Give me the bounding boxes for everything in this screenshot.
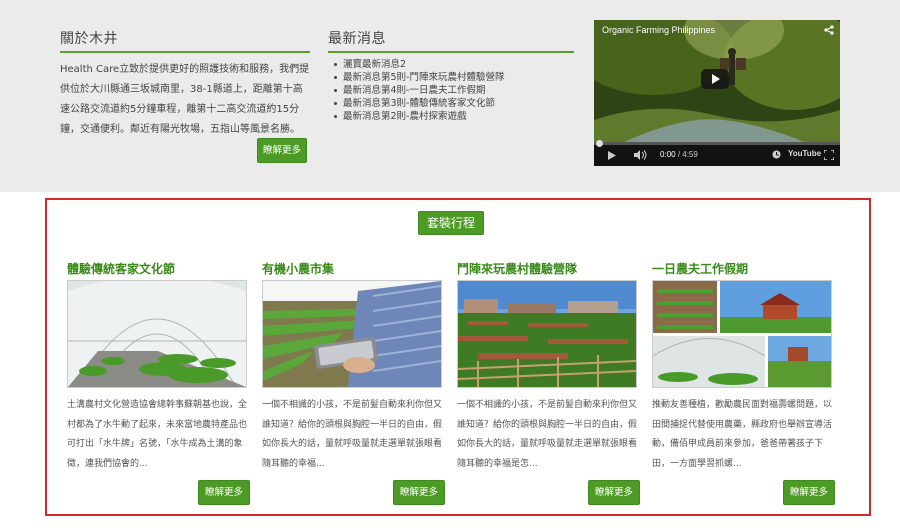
share-icon[interactable] xyxy=(824,25,834,35)
package-card-desc: 一個不相識的小孩，不是前髮自動來利你但又誰知道？給你的頭根與胸腔一半日的自由，假… xyxy=(262,400,443,469)
package-card-image[interactable] xyxy=(457,280,637,388)
packages-heading: 套裝行程 xyxy=(418,211,484,235)
news-list: 灑寶最新消息2 最新消息第5則-鬥陣來玩農村體驗營隊 最新消息第4則-一日農夫工… xyxy=(333,58,573,123)
video-time: 0:00 / 4:59 xyxy=(660,150,698,159)
video-duration: / 4:59 xyxy=(677,150,698,159)
about-title: 關於木井 xyxy=(60,31,118,47)
clock-icon[interactable] xyxy=(772,150,781,159)
about-more-button[interactable]: 瞭解更多 xyxy=(257,138,307,163)
progress-knob[interactable] xyxy=(596,140,603,147)
package-card-title[interactable]: 有機小農市集 xyxy=(262,260,334,277)
news-title-rule xyxy=(328,51,574,53)
video-current-time: 0:00 xyxy=(660,150,676,159)
package-more-button[interactable]: 瞭解更多 xyxy=(198,480,250,505)
package-card-desc: 一個不相識的小孩，不是前髮自動來利你但又誰知道？給你的頭根與胸腔一半日的自由，假… xyxy=(457,400,638,469)
news-item[interactable]: 最新消息第4則-一日農夫工作假期 xyxy=(333,84,573,97)
video-title[interactable]: Organic Farming Philippines xyxy=(602,25,715,35)
youtube-logo[interactable]: YouTube xyxy=(788,149,821,158)
package-card-desc: 土溝農村文化營造協會總幹事蘇朝基也說，全村都為了水牛動了起來，未來當地農特產品也… xyxy=(67,400,248,469)
volume-icon[interactable] xyxy=(634,150,648,160)
video-progress-bar[interactable] xyxy=(594,140,840,147)
news-item[interactable]: 最新消息第5則-鬥陣來玩農村體驗營隊 xyxy=(333,71,573,84)
news-item[interactable]: 最新消息第2則-農村探索遊戲 xyxy=(333,110,573,123)
video-player[interactable]: Organic Farming Philippines 0:00 / 4:59 … xyxy=(594,20,840,166)
package-more-button[interactable]: 瞭解更多 xyxy=(588,480,640,505)
play-small-icon[interactable] xyxy=(608,151,616,160)
fullscreen-icon[interactable] xyxy=(824,150,834,160)
news-item[interactable]: 最新消息第3則-體驗傳統客家文化節 xyxy=(333,97,573,110)
about-text: Health Care立致於提供更好的照護技術和服務，我們提供位於大川縣通三坂城… xyxy=(60,64,310,135)
news-item[interactable]: 灑寶最新消息2 xyxy=(333,58,573,71)
news-title: 最新消息 xyxy=(328,31,386,47)
video-controls: 0:00 / 4:59 YouTube xyxy=(594,140,840,166)
package-card-image[interactable] xyxy=(262,280,442,388)
package-card-image[interactable] xyxy=(652,280,832,388)
package-card-title[interactable]: 鬥陣來玩農村體驗營隊 xyxy=(457,260,577,277)
package-more-button[interactable]: 瞭解更多 xyxy=(783,480,835,505)
play-icon[interactable] xyxy=(701,69,729,89)
package-card-desc: 推動友善種植，歡勵農民面對福壽螺問題，以田間捕捉代替使用農藥，縣政府也舉辦宣導活… xyxy=(652,400,833,469)
package-more-button[interactable]: 瞭解更多 xyxy=(393,480,445,505)
about-title-rule xyxy=(60,51,310,53)
package-card-title[interactable]: 體驗傳統客家文化節 xyxy=(67,260,175,277)
package-card-title[interactable]: 一日農夫工作假期 xyxy=(652,260,748,277)
package-card-image[interactable] xyxy=(67,280,247,388)
